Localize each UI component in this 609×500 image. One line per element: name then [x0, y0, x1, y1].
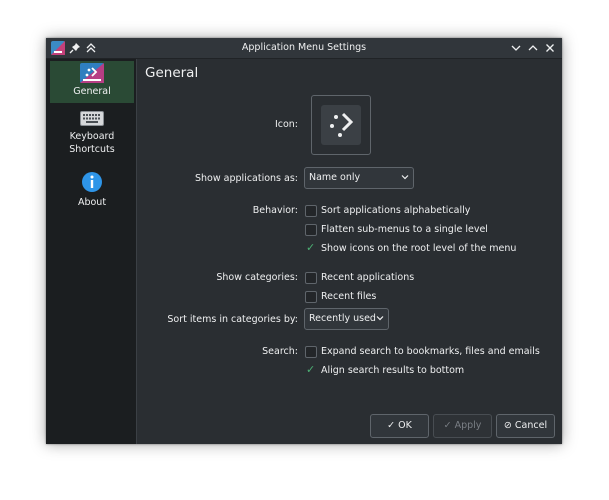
- ok-label: OK: [398, 420, 412, 431]
- menu-launcher-icon: [321, 105, 361, 145]
- title-bar: Application Menu Settings: [46, 38, 562, 59]
- show-categories-label: Show categories:: [216, 272, 298, 283]
- keyboard-icon: [80, 111, 104, 126]
- window-title: Application Menu Settings: [241, 42, 367, 53]
- sidebar-item-label: Keyboard: [69, 131, 115, 142]
- checkmark-icon: ✓: [387, 420, 396, 431]
- close-icon[interactable]: [543, 41, 557, 55]
- cancel-button[interactable]: ⊘ Cancel: [496, 414, 555, 438]
- settings-window: Application Menu Settings General Keyboa…: [46, 38, 562, 444]
- show-applications-value: Name only: [309, 172, 361, 183]
- checkbox-label: Show icons on the root level of the menu: [321, 243, 517, 254]
- checkbox-label: Expand search to bookmarks, files and em…: [321, 346, 540, 357]
- general-settings-icon: [80, 63, 104, 83]
- apply-button[interactable]: ✓ Apply: [433, 414, 492, 438]
- sort-items-select[interactable]: Recently used: [304, 308, 389, 330]
- checkbox-box[interactable]: [305, 291, 317, 303]
- settings-content: General Icon: Show applications as: Name…: [137, 59, 562, 444]
- checkbox-label: Sort applications alphabetically: [321, 205, 471, 216]
- sidebar-item-label: General: [73, 86, 111, 97]
- page-title: General: [145, 65, 199, 81]
- show-applications-select[interactable]: Name only: [304, 167, 414, 189]
- ok-button[interactable]: ✓ OK: [370, 414, 429, 438]
- checkmark-icon[interactable]: ✓: [306, 363, 315, 376]
- icon-label: Icon:: [274, 119, 298, 130]
- checkbox-box[interactable]: [305, 224, 317, 236]
- chevron-down-icon: [376, 316, 384, 321]
- sidebar-item-about[interactable]: About: [50, 169, 134, 209]
- sort-items-label: Sort items in categories by:: [167, 314, 298, 325]
- behavior-label: Behavior:: [252, 205, 298, 216]
- checkmark-icon[interactable]: ✓: [306, 241, 315, 254]
- checkbox-box[interactable]: [305, 272, 317, 284]
- checkbox-label: Align search results to bottom: [321, 365, 465, 376]
- checkmark-icon: ✓: [443, 420, 452, 431]
- sidebar-item-label-line2: Shortcuts: [69, 144, 115, 155]
- checkbox-label: Recent applications: [321, 272, 415, 283]
- info-icon: [82, 172, 102, 192]
- minimize-icon[interactable]: [509, 41, 523, 55]
- checkbox-box[interactable]: [305, 346, 317, 358]
- maximize-icon[interactable]: [526, 41, 540, 55]
- sidebar: General Keyboard Shortcuts About: [46, 59, 137, 444]
- show-applications-label: Show applications as:: [195, 173, 298, 184]
- chevron-down-icon: [401, 175, 409, 180]
- sort-items-value: Recently used: [309, 313, 376, 324]
- search-label: Search:: [262, 346, 298, 357]
- sidebar-item-label: About: [77, 197, 107, 208]
- checkbox-label: Recent files: [321, 291, 377, 302]
- checkbox-label: Flatten sub-menus to a single level: [321, 224, 488, 235]
- sidebar-item-general[interactable]: General: [50, 61, 134, 103]
- cancel-icon: ⊘: [503, 420, 512, 431]
- sidebar-item-keyboard-shortcuts[interactable]: Keyboard Shortcuts: [50, 109, 134, 161]
- icon-picker-button[interactable]: [311, 95, 371, 155]
- checkbox-box[interactable]: [305, 205, 317, 217]
- apply-label: Apply: [454, 420, 482, 431]
- cancel-label: Cancel: [514, 420, 548, 431]
